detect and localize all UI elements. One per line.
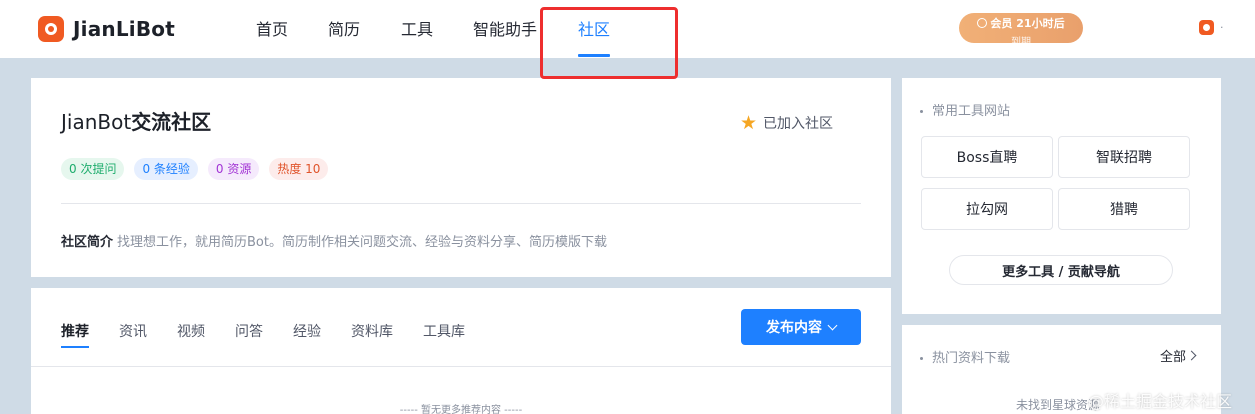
tools-card: 常用工具网站 Boss直聘 智联招聘 拉勾网 猎聘 更多工具 / 贡献导航: [902, 78, 1221, 314]
tab-news[interactable]: 资讯: [119, 321, 147, 341]
community-title: JianBot交流社区: [61, 106, 211, 135]
feed-divider: [31, 366, 891, 367]
community-info-card: JianBot交流社区 ★ 已加入社区 0 次提问 0 条经验 0 资源 热度 …: [31, 78, 891, 277]
feed-card: 推荐 资讯 视频 问答 经验 资料库 工具库 发布内容 ----- 暂无更多推荐…: [31, 288, 891, 414]
publish-content-button[interactable]: 发布内容: [741, 309, 861, 345]
community-intro: 社区简介 找理想工作，就用简历Bot。简历制作相关问题交流、经验与资料分享、简历模…: [61, 231, 607, 250]
vip-countdown: 21小时后: [1016, 17, 1065, 30]
tab-recommend[interactable]: 推荐: [61, 321, 89, 348]
tab-toolbox[interactable]: 工具库: [423, 321, 465, 341]
vip-badge[interactable]: 会员 21小时后 到期: [959, 13, 1083, 43]
tool-lagou[interactable]: 拉勾网: [921, 188, 1053, 230]
nav-item-home[interactable]: 首页: [256, 16, 288, 40]
hot-all-label: 全部: [1160, 350, 1187, 365]
community-name-prefix: JianBot: [61, 110, 132, 134]
hot-title: 热门资料下载: [920, 347, 1010, 366]
vip-label: 会员: [990, 17, 1013, 30]
nav-item-tools[interactable]: 工具: [401, 16, 433, 40]
divider: [61, 203, 861, 204]
bullet-icon: [920, 357, 923, 360]
tab-video[interactable]: 视频: [177, 321, 205, 341]
tools-title: 常用工具网站: [920, 100, 1010, 119]
tab-experience[interactable]: 经验: [293, 321, 321, 341]
feed-empty-text: ----- 暂无更多推荐内容 -----: [399, 405, 523, 414]
joined-label: 已加入社区: [763, 116, 834, 132]
intro-label: 社区简介: [61, 235, 114, 250]
feed-tabs: 推荐 资讯 视频 问答 经验 资料库 工具库: [61, 321, 495, 348]
hot-title-text: 热门资料下载: [932, 351, 1011, 366]
stat-heat: 热度 10: [269, 158, 329, 180]
tab-qa[interactable]: 问答: [235, 321, 263, 341]
community-stats: 0 次提问 0 条经验 0 资源 热度 10: [61, 158, 338, 180]
tool-liepin[interactable]: 猎聘: [1058, 188, 1190, 230]
highlight-annotation-box: [540, 7, 678, 79]
clock-icon: [977, 18, 988, 28]
stat-resources: 0 资源: [207, 158, 260, 180]
bullet-icon: [920, 110, 923, 113]
user-logo-icon[interactable]: [1199, 20, 1214, 35]
header-right-dot: .: [1220, 18, 1224, 31]
star-icon: ★: [740, 111, 758, 134]
hot-all-link[interactable]: 全部: [1160, 346, 1197, 365]
brand-logo[interactable]: JianLiBot: [38, 16, 175, 42]
vip-expire: 到期: [1011, 37, 1031, 43]
nav-item-resume[interactable]: 简历: [328, 16, 360, 40]
tool-zhilian[interactable]: 智联招聘: [1058, 136, 1190, 178]
publish-label: 发布内容: [766, 320, 822, 336]
tools-title-text: 常用工具网站: [932, 104, 1011, 119]
tab-library[interactable]: 资料库: [351, 321, 393, 341]
nav-item-assistant[interactable]: 智能助手: [473, 16, 537, 40]
tool-boss[interactable]: Boss直聘: [921, 136, 1053, 178]
chevron-right-icon: [1186, 350, 1197, 361]
more-tools-button[interactable]: 更多工具 / 贡献导航: [949, 255, 1173, 285]
logo-icon: [38, 16, 64, 42]
joined-community-button[interactable]: ★ 已加入社区: [740, 113, 833, 133]
chevron-down-icon: [827, 320, 838, 330]
stat-questions: 0 次提问: [61, 158, 125, 180]
stat-experiences: 0 条经验: [134, 158, 198, 180]
brand-name: JianLiBot: [73, 17, 175, 41]
watermark: @稀土掘金技术社区: [1088, 392, 1233, 411]
community-name-suffix: 交流社区: [131, 110, 212, 134]
vip-status: 会员 21小时后: [959, 15, 1083, 31]
intro-text: 找理想工作，就用简历Bot。简历制作相关问题交流、经验与资料分享、简历模版下载: [117, 235, 607, 250]
